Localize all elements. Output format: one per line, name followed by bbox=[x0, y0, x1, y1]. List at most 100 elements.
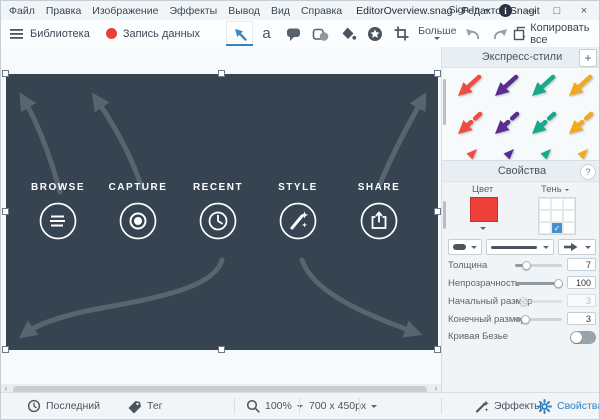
menu-effects[interactable]: Эффекты bbox=[169, 5, 217, 17]
arrow-tool[interactable] bbox=[226, 21, 254, 46]
info-icon[interactable]: i bbox=[499, 4, 512, 17]
end-size-slider[interactable] bbox=[515, 314, 562, 324]
start-size-slider[interactable] bbox=[515, 296, 562, 306]
shadow-cell[interactable] bbox=[563, 210, 575, 222]
menu-circle-icon bbox=[39, 202, 77, 240]
panel-scrollbar-thumb[interactable] bbox=[443, 201, 446, 229]
slider-thumb[interactable] bbox=[554, 278, 563, 288]
shadow-cell[interactable] bbox=[539, 210, 551, 222]
close-button[interactable]: × bbox=[575, 5, 593, 17]
tag-button[interactable]: Тег bbox=[127, 393, 163, 419]
thickness-value[interactable]: 7 bbox=[567, 258, 596, 271]
copy-all-button[interactable]: Копировать все bbox=[513, 22, 592, 46]
menu-help[interactable]: Справка bbox=[301, 5, 342, 17]
text-tool[interactable]: a bbox=[253, 21, 280, 46]
slider-thumb[interactable] bbox=[521, 314, 530, 324]
canvas-item-recent: RECENT bbox=[176, 182, 260, 246]
quick-style-purple-solid[interactable] bbox=[487, 70, 523, 108]
color-dropdown-caret-icon[interactable] bbox=[480, 227, 486, 233]
effects-tab[interactable]: Эффекты bbox=[474, 393, 542, 419]
hamburger-icon bbox=[10, 28, 23, 39]
minimize-button[interactable]: — bbox=[521, 5, 539, 17]
style-label: STYLE bbox=[278, 182, 318, 193]
more-label: Больше bbox=[418, 24, 457, 37]
selection-handle[interactable] bbox=[2, 208, 9, 215]
arrow-tail-style-dropdown[interactable] bbox=[448, 239, 482, 255]
canvas-size-value: 700 x 450px bbox=[309, 400, 367, 412]
canvas-size-control[interactable]: 700 x 450px bbox=[309, 393, 378, 419]
canvas-area[interactable]: BROWSE CAPTURE RECENT STYLE SHARE ‹ › bbox=[1, 47, 441, 395]
redo-button[interactable] bbox=[486, 21, 513, 46]
quick-style-yellow-solid[interactable] bbox=[561, 70, 597, 108]
stamp-tool[interactable] bbox=[361, 21, 388, 46]
sign-in-button[interactable]: Sign In bbox=[449, 5, 490, 16]
quick-style-green-solid[interactable] bbox=[524, 70, 560, 108]
shadow-cell[interactable] bbox=[563, 222, 575, 234]
properties-title: Свойства bbox=[497, 165, 547, 177]
slider-thumb[interactable] bbox=[519, 296, 528, 306]
arrow-head-style-dropdown[interactable] bbox=[558, 239, 596, 255]
shadow-cell[interactable] bbox=[563, 198, 575, 210]
menu-file[interactable]: Файл bbox=[9, 5, 35, 17]
quick-style-red-solid[interactable] bbox=[450, 70, 486, 108]
shadow-cell[interactable] bbox=[539, 198, 551, 210]
quick-style-red-dashed[interactable] bbox=[450, 108, 486, 146]
color-swatch[interactable] bbox=[470, 197, 498, 222]
canvas-image[interactable]: BROWSE CAPTURE RECENT STYLE SHARE bbox=[6, 74, 438, 350]
record-data-button[interactable]: Запись данных bbox=[105, 28, 200, 40]
tag-icon bbox=[128, 400, 141, 413]
recent-captures-button[interactable]: Последний bbox=[27, 393, 100, 419]
selection-handle[interactable] bbox=[434, 70, 441, 77]
opacity-slider[interactable] bbox=[515, 278, 563, 288]
add-style-button[interactable]: + bbox=[579, 49, 597, 67]
quick-style-purple-dashed[interactable] bbox=[487, 108, 523, 146]
thickness-slider[interactable] bbox=[515, 260, 562, 270]
shapes-tool[interactable] bbox=[307, 21, 334, 46]
callout-tool[interactable] bbox=[280, 21, 307, 46]
undo-button[interactable] bbox=[459, 21, 486, 46]
capture-label: CAPTURE bbox=[108, 182, 168, 193]
selection-handle[interactable] bbox=[434, 208, 441, 215]
shadow-direction-grid[interactable]: ✓ bbox=[538, 197, 576, 235]
bezier-toggle[interactable] bbox=[570, 331, 596, 344]
shadow-cell[interactable] bbox=[539, 222, 551, 234]
crop-tool[interactable] bbox=[388, 21, 415, 46]
slider-thumb[interactable] bbox=[522, 260, 531, 270]
magnifier-icon bbox=[246, 399, 260, 413]
quick-style-yellow-dashed[interactable] bbox=[561, 108, 597, 146]
shadow-cell-selected[interactable]: ✓ bbox=[551, 222, 563, 234]
selection-handle[interactable] bbox=[434, 346, 441, 353]
line-style-icon bbox=[491, 245, 537, 249]
selection-handle[interactable] bbox=[218, 346, 225, 353]
start-size-value[interactable]: 3 bbox=[567, 294, 596, 307]
end-size-value[interactable]: 3 bbox=[567, 312, 596, 325]
library-button[interactable]: Библиотека bbox=[10, 28, 90, 40]
divider bbox=[441, 398, 442, 414]
canvas-item-style: STYLE bbox=[256, 182, 340, 246]
properties-tab[interactable]: Свойства bbox=[537, 393, 599, 419]
quick-style-green-dashed[interactable] bbox=[524, 108, 560, 146]
toggle-knob bbox=[571, 332, 582, 343]
panel-scrollbar-thumb[interactable] bbox=[443, 79, 446, 125]
menu-image[interactable]: Изображение bbox=[92, 5, 158, 17]
menu-edit[interactable]: Правка bbox=[46, 5, 81, 17]
titlebar: Файл Правка Изображение Эффекты Вывод Ви… bbox=[1, 1, 599, 20]
selection-handle[interactable] bbox=[2, 346, 9, 353]
shadow-label[interactable]: Тень bbox=[541, 184, 569, 195]
shadow-cell[interactable] bbox=[551, 210, 563, 222]
help-button[interactable]: ? bbox=[580, 164, 596, 180]
maximize-button[interactable]: □ bbox=[548, 5, 566, 17]
shadow-cell[interactable] bbox=[551, 198, 563, 210]
menu-view[interactable]: Вид bbox=[271, 5, 290, 17]
tool-strip: a Больше bbox=[226, 21, 513, 46]
zoom-control[interactable]: 100% bbox=[246, 393, 303, 419]
quick-styles-title: Экспресс-стили bbox=[481, 51, 563, 63]
fill-tool[interactable] bbox=[334, 21, 361, 46]
zoom-value: 100% bbox=[265, 400, 292, 412]
line-style-dropdown[interactable] bbox=[486, 239, 554, 255]
selection-handle[interactable] bbox=[218, 70, 225, 77]
menu-output[interactable]: Вывод bbox=[228, 5, 260, 17]
selection-handle[interactable] bbox=[2, 70, 9, 77]
opacity-value[interactable]: 100 bbox=[567, 276, 596, 289]
more-tools-button[interactable]: Больше bbox=[418, 25, 456, 43]
